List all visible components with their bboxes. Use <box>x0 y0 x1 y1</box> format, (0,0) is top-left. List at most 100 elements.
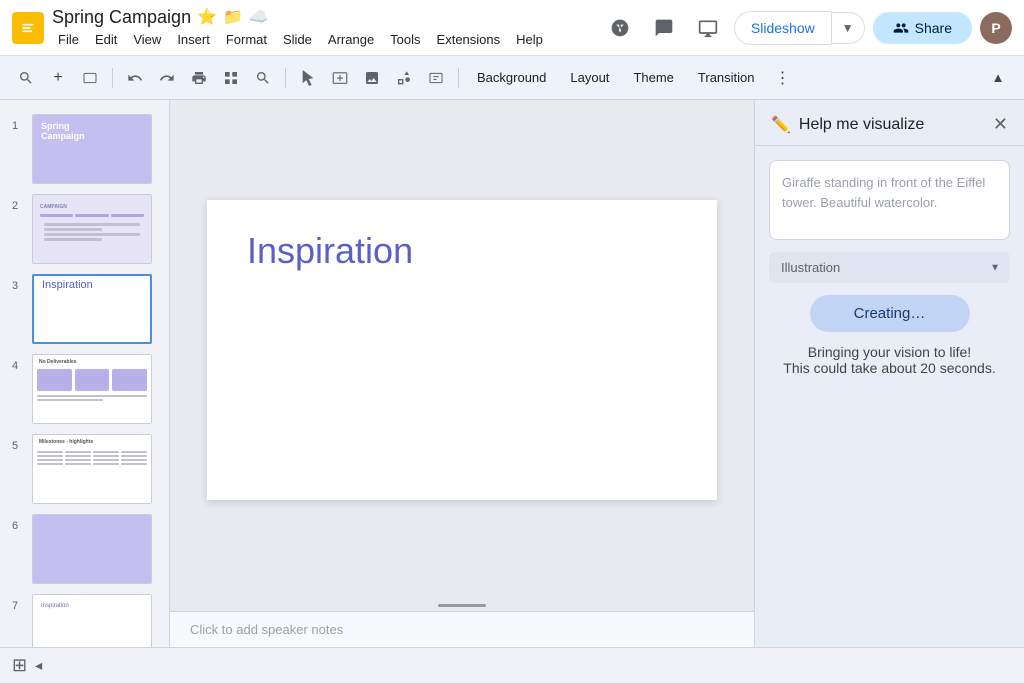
image-icon[interactable] <box>358 64 386 92</box>
slide-thumb-3[interactable]: 3 Inspiration <box>4 270 165 348</box>
bottom-bar: ⊞ ◂ <box>0 647 1024 683</box>
share-label: Share <box>915 20 952 36</box>
menu-arrange[interactable]: Arrange <box>322 30 380 49</box>
slide-preview-3: Inspiration <box>32 274 152 344</box>
slide-thumb-6[interactable]: 6 <box>4 510 165 588</box>
more-options-icon[interactable]: ⋮ <box>769 64 797 92</box>
star-icon[interactable]: ⭐ <box>197 7 217 27</box>
history-icon[interactable] <box>602 10 638 46</box>
menu-insert[interactable]: Insert <box>171 30 216 49</box>
present-icon[interactable] <box>690 10 726 46</box>
slide1-title: SpringCampaign <box>33 115 151 147</box>
style-select[interactable]: Illustration Watercolor Oil Painting Dig… <box>769 252 1010 283</box>
slide-num-2: 2 <box>12 200 26 212</box>
cloud-icon[interactable]: ☁️ <box>249 7 269 27</box>
menu-bar: File Edit View Insert Format Slide Arran… <box>52 30 594 49</box>
slide-thumb-2[interactable]: 2 🔑 CAMPAIGN <box>4 190 165 268</box>
slide-thumb-7[interactable]: 7 Inspiration <box>4 590 165 647</box>
slide-preview-6 <box>32 514 152 584</box>
folder-icon[interactable]: 📁 <box>223 7 243 27</box>
shapes-icon[interactable] <box>390 64 418 92</box>
grid-view-bottom-icon[interactable]: ⊞ <box>12 655 27 676</box>
slide-num-3: 3 <box>12 280 26 292</box>
slide-preview-7: Inspiration <box>32 594 152 647</box>
prompt-input[interactable]: Giraffe standing in front of the Eiffel … <box>769 160 1010 240</box>
toolbar-separator-1 <box>112 68 113 88</box>
slide-canvas-wrap: Inspiration <box>170 100 754 600</box>
title-section: Spring Campaign ⭐ 📁 ☁️ File Edit View In… <box>52 7 594 49</box>
menu-view[interactable]: View <box>127 30 167 49</box>
panel-close-button[interactable]: ✕ <box>993 114 1008 135</box>
main-content: 1 SpringCampaign 2 🔑 CAMPAIGN <box>0 100 1024 647</box>
panel-header: ✏️ Help me visualize ✕ <box>755 100 1024 146</box>
speaker-notes-placeholder: Click to add speaker notes <box>190 622 343 637</box>
slide-num-7: 7 <box>12 600 26 612</box>
toolbar: + Background Layout Theme Transition ⋮ ▲ <box>0 56 1024 100</box>
panel-title-row: ✏️ Help me visualize <box>771 115 924 135</box>
panel-title: Help me visualize <box>799 116 924 134</box>
wand-icon: ✏️ <box>771 115 791 135</box>
avatar[interactable]: P <box>980 12 1012 44</box>
redo-icon[interactable] <box>153 64 181 92</box>
slide-thumb-5[interactable]: 5 Milestones - highlights <box>4 430 165 508</box>
slide-preview-4: 🔑 No Deliverables <box>32 354 152 424</box>
text-box-icon[interactable] <box>326 64 354 92</box>
menu-extensions[interactable]: Extensions <box>431 30 507 49</box>
textbox-alt-icon[interactable] <box>422 64 450 92</box>
zoom-icon-2[interactable] <box>249 64 277 92</box>
slide-nav-indicator <box>438 604 486 607</box>
grid-view-icon[interactable] <box>217 64 245 92</box>
menu-tools[interactable]: Tools <box>384 30 426 49</box>
status-line2: This could take about 20 seconds. <box>783 360 995 376</box>
transition-button[interactable]: Transition <box>688 66 765 89</box>
slideshow-dropdown-button[interactable]: ▼ <box>831 12 865 44</box>
theme-button[interactable]: Theme <box>623 66 683 89</box>
header-right: Slideshow ▼ Share P <box>602 10 1012 46</box>
layout-button[interactable]: Layout <box>560 66 619 89</box>
creating-status-text: Bringing your vision to life! This could… <box>769 344 1010 376</box>
cursor-icon[interactable] <box>294 64 322 92</box>
slide-preview-2: 🔑 CAMPAIGN <box>32 194 152 264</box>
background-button[interactable]: Background <box>467 66 556 89</box>
create-button[interactable]: Creating… <box>810 295 970 332</box>
title-bar: Spring Campaign ⭐ 📁 ☁️ File Edit View In… <box>0 0 1024 56</box>
slide-nav <box>170 600 754 611</box>
share-button[interactable]: Share <box>873 12 972 44</box>
undo-icon[interactable] <box>121 64 149 92</box>
menu-file[interactable]: File <box>52 30 85 49</box>
slide-thumb-1[interactable]: 1 SpringCampaign <box>4 110 165 188</box>
menu-help[interactable]: Help <box>510 30 549 49</box>
zoom-in-icon[interactable]: + <box>44 64 72 92</box>
toolbar-right: ▲ <box>984 64 1012 92</box>
collapse-toolbar-button[interactable]: ▲ <box>984 64 1012 92</box>
slide-thumb-4[interactable]: 4 🔑 No Deliverables <box>4 350 165 428</box>
menu-slide[interactable]: Slide <box>277 30 318 49</box>
menu-format[interactable]: Format <box>220 30 273 49</box>
right-panel: ✏️ Help me visualize ✕ Giraffe standing … <box>754 100 1024 647</box>
status-line1: Bringing your vision to life! <box>808 344 971 360</box>
doc-title[interactable]: Spring Campaign <box>52 7 191 28</box>
speaker-notes-bar[interactable]: Click to add speaker notes <box>170 611 754 647</box>
collapse-panel-icon[interactable]: ◂ <box>35 657 42 674</box>
slide-preview-5: Milestones - highlights <box>32 434 152 504</box>
slide-num-1: 1 <box>12 120 26 132</box>
comment-icon[interactable] <box>646 10 682 46</box>
slide3-inspiration-text: Inspiration <box>34 274 101 299</box>
doc-title-row: Spring Campaign ⭐ 📁 ☁️ <box>52 7 594 28</box>
slide-preview-1: SpringCampaign <box>32 114 152 184</box>
toolbar-separator-3 <box>458 68 459 88</box>
zoom-percent-icon[interactable] <box>76 64 104 92</box>
slide-num-6: 6 <box>12 520 26 532</box>
slide-num-4: 4 <box>12 360 26 372</box>
slide-area: Inspiration Click to add speaker notes <box>170 100 754 647</box>
slideshow-button[interactable]: Slideshow <box>734 11 831 45</box>
style-select-wrapper: Illustration Watercolor Oil Painting Dig… <box>769 252 1010 283</box>
menu-edit[interactable]: Edit <box>89 30 123 49</box>
slide-canvas[interactable]: Inspiration <box>207 200 717 500</box>
search-toolbar-icon[interactable] <box>12 64 40 92</box>
print-icon[interactable] <box>185 64 213 92</box>
panel-body: Giraffe standing in front of the Eiffel … <box>755 146 1024 647</box>
app-icon <box>12 12 44 44</box>
toolbar-separator-2 <box>285 68 286 88</box>
slide-panel: 1 SpringCampaign 2 🔑 CAMPAIGN <box>0 100 170 647</box>
